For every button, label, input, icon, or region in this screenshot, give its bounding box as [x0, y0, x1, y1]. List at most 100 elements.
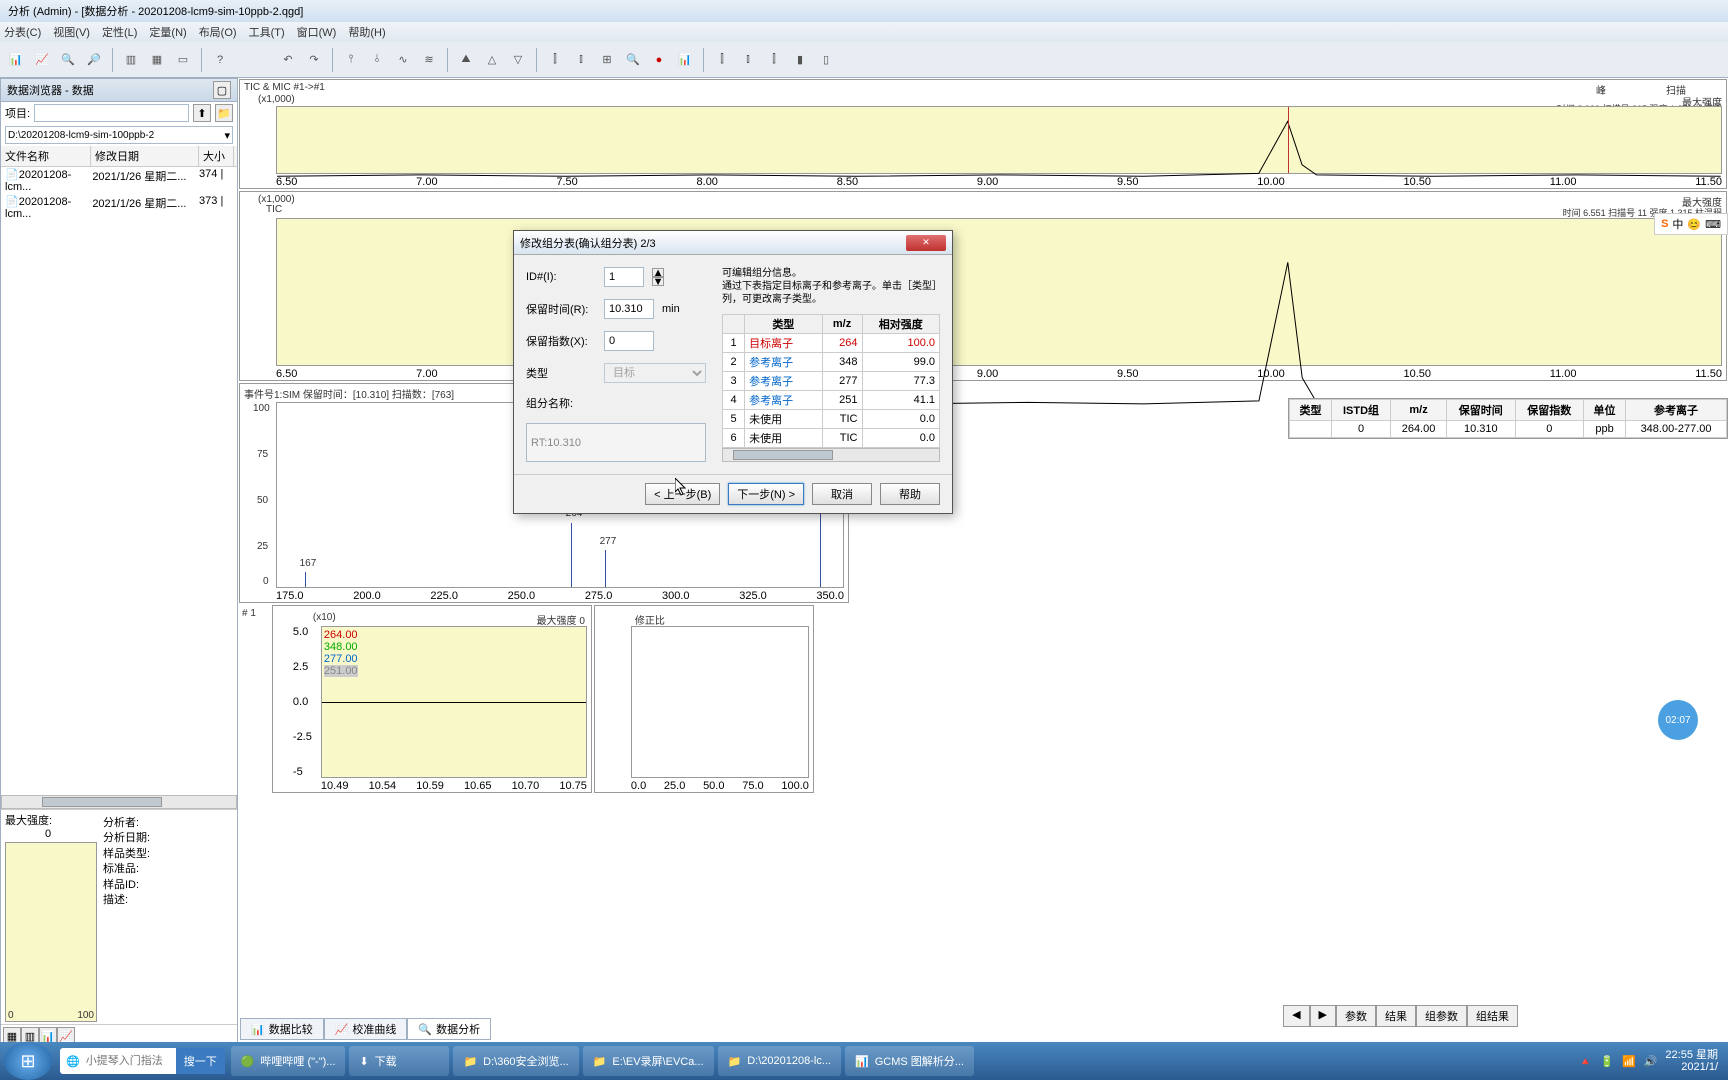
menu-item[interactable]: 定量(N): [149, 24, 186, 40]
peak-icon[interactable]: ⛰: [454, 48, 478, 72]
results-table[interactable]: 类型ISTD组m/z保留时间保留指数单位参考离子 0264.0010.3100p…: [1288, 398, 1728, 439]
cancel-button[interactable]: 取消: [812, 483, 872, 505]
tool-icon[interactable]: 📊: [4, 48, 28, 72]
rt-input[interactable]: [604, 299, 654, 319]
tool-icon[interactable]: ▮: [788, 48, 812, 72]
redo-icon[interactable]: ↷: [302, 48, 326, 72]
spec-icon[interactable]: ⊞: [595, 48, 619, 72]
menu-item[interactable]: 工具(T): [249, 24, 285, 40]
undo-icon[interactable]: ↶: [276, 48, 300, 72]
id-input[interactable]: [604, 267, 644, 287]
result-tab[interactable]: ◀: [1283, 1005, 1309, 1027]
window-titlebar: 分析 (Admin) - [数据分析 - 20201208-lcm9-sim-1…: [0, 0, 1728, 22]
ime-toolbar[interactable]: S 中 😊⌨: [1654, 213, 1728, 235]
chromatogram-mid[interactable]: (x1,000) TIC 最大强度 时间 6.551 扫描号 11 强度 1,3…: [239, 191, 1727, 381]
bars-icon[interactable]: 📊: [673, 48, 697, 72]
name-input[interactable]: [526, 423, 706, 462]
chart-icon[interactable]: ⫰: [365, 48, 389, 72]
result-tabs: ◀ ▶ 参数 结果 组参数 组结果: [1283, 1005, 1518, 1027]
tool-icon[interactable]: ⫾: [736, 48, 760, 72]
mini-plot: 0 100: [5, 842, 97, 1022]
menu-item[interactable]: 帮助(H): [348, 24, 385, 40]
task-item[interactable]: 📁D:\20201208-lc...: [718, 1046, 841, 1076]
project-input[interactable]: [34, 104, 189, 122]
menu-item[interactable]: 布局(O): [199, 24, 237, 40]
next-button[interactable]: 下一步(N) >: [728, 483, 804, 505]
page-tab[interactable]: 📊数据比较: [240, 1018, 324, 1040]
chevron-down-icon[interactable]: ▾: [224, 129, 230, 142]
ion-table[interactable]: 类型m/z相对强度 1目标离子264100.0 2参考离子34899.0 3参考…: [722, 314, 940, 448]
type-select[interactable]: 目标: [604, 363, 706, 383]
page-tabs: 📊数据比较 📈校准曲线 🔍数据分析: [240, 1018, 491, 1040]
spec-icon[interactable]: ⫿: [543, 48, 567, 72]
project-label: 项目:: [5, 105, 30, 121]
result-tab[interactable]: 组参数: [1416, 1005, 1467, 1027]
meta-label: 描述:: [103, 893, 235, 908]
collapse-icon[interactable]: ▢: [213, 81, 231, 99]
dialog-title[interactable]: 修改组分表(确认组分表) 2/3 ✕: [514, 231, 952, 255]
task-item[interactable]: ⬇下载: [349, 1046, 449, 1076]
peak-icon[interactable]: ▽: [506, 48, 530, 72]
type-label: 类型: [526, 365, 596, 381]
help-icon[interactable]: ?: [208, 48, 232, 72]
ri-input[interactable]: [604, 331, 654, 351]
search-input[interactable]: [86, 1050, 176, 1072]
h-scrollbar[interactable]: [733, 450, 833, 460]
bl-chart[interactable]: (x10) 最大强度 0 264.00 348.00 277.00 251.00…: [272, 605, 592, 793]
task-item[interactable]: 📊GCMS 图解析分...: [845, 1046, 974, 1076]
chart-icon[interactable]: ⫯: [339, 48, 363, 72]
meta-label: 样品类型:: [103, 847, 235, 862]
task-item[interactable]: 📁D:\360安全浏览...: [453, 1046, 578, 1076]
tool-icon[interactable]: 📈: [30, 48, 54, 72]
peak-icon[interactable]: △: [480, 48, 504, 72]
chromatogram-top[interactable]: TIC & MIC #1->#1 峰 扫描 (x1,000) 时间 8.020 …: [239, 79, 1727, 189]
close-icon[interactable]: ✕: [906, 235, 946, 251]
layout-icon[interactable]: ▦: [145, 48, 169, 72]
id-label: ID#(I):: [526, 271, 596, 283]
max-intensity-label: 最大强度:: [5, 815, 52, 827]
menu-item[interactable]: 窗口(W): [297, 24, 337, 40]
spin-down-icon[interactable]: ▼: [652, 277, 664, 286]
chart-icon[interactable]: ≋: [417, 48, 441, 72]
menu-item[interactable]: 视图(V): [53, 24, 90, 40]
result-tab[interactable]: 组结果: [1467, 1005, 1518, 1027]
mouse-cursor: [675, 478, 687, 496]
tool-icon[interactable]: 🔎: [82, 48, 106, 72]
page-tab[interactable]: 📈校准曲线: [324, 1018, 408, 1040]
dialog-hint: 可编辑组分信息。 通过下表指定目标离子和参考离子。单击［类型］列，可更改离子类型…: [722, 267, 940, 306]
start-button[interactable]: ⊞: [4, 1042, 52, 1080]
data-browser-panel: 数据浏览器 - 数据 ▢ 项目: ⬆ 📁 D:\20201208-lcm9-si…: [0, 78, 238, 1048]
help-button[interactable]: 帮助: [880, 483, 940, 505]
task-item[interactable]: 🟢哔哩哔哩 ("-")...: [231, 1046, 346, 1076]
page-tab[interactable]: 🔍数据分析: [407, 1018, 491, 1040]
tool-icon[interactable]: ▯: [814, 48, 838, 72]
recording-time-bubble[interactable]: 02:07: [1658, 700, 1698, 740]
meta-label: 分析日期:: [103, 831, 235, 846]
menu-item[interactable]: 分表(C): [4, 24, 41, 40]
br-chart[interactable]: 修正比 0.025.050.075.0100.0: [594, 605, 814, 793]
record-icon[interactable]: ●: [647, 48, 671, 72]
up-icon[interactable]: ⬆: [193, 104, 211, 122]
h-scrollbar[interactable]: [1, 795, 237, 809]
plot-area: TIC & MIC #1->#1 峰 扫描 (x1,000) 时间 8.020 …: [238, 78, 1728, 1048]
task-item[interactable]: 📁E:\EV录屏\EVCa...: [583, 1046, 714, 1076]
menu-item[interactable]: 定性(L): [102, 24, 137, 40]
tool-icon[interactable]: ⫿: [762, 48, 786, 72]
chart-icon[interactable]: ∿: [391, 48, 415, 72]
search-icon[interactable]: 🔍: [621, 48, 645, 72]
tool-icon[interactable]: ⫿: [710, 48, 734, 72]
file-row[interactable]: 📄20201208-lcm...2021/1/26 星期二...374 |: [1, 167, 237, 194]
toolbar: 📊 📈 🔍 🔎 ▥ ▦ ▭ ? ↶ ↷ ⫯ ⫰ ∿ ≋ ⛰ △ ▽ ⫿ ⫾ ⊞ …: [0, 42, 1728, 78]
result-tab[interactable]: 结果: [1376, 1005, 1416, 1027]
tool-icon[interactable]: 🔍: [56, 48, 80, 72]
system-tray[interactable]: 🔺🔋📶🔊 22:55 星期2021/1/: [1569, 1049, 1728, 1073]
browse-icon[interactable]: 📁: [215, 104, 233, 122]
search-button[interactable]: 搜一下: [176, 1048, 225, 1074]
path-combo[interactable]: D:\20201208-lcm9-sim-100ppb-2 ▾: [5, 126, 233, 144]
layout-icon[interactable]: ▥: [119, 48, 143, 72]
result-tab[interactable]: ▶: [1310, 1005, 1336, 1027]
layout-icon[interactable]: ▭: [171, 48, 195, 72]
file-row[interactable]: 📄20201208-lcm...2021/1/26 星期二...373 |: [1, 194, 237, 221]
result-tab[interactable]: 参数: [1336, 1005, 1376, 1027]
spec-icon[interactable]: ⫾: [569, 48, 593, 72]
